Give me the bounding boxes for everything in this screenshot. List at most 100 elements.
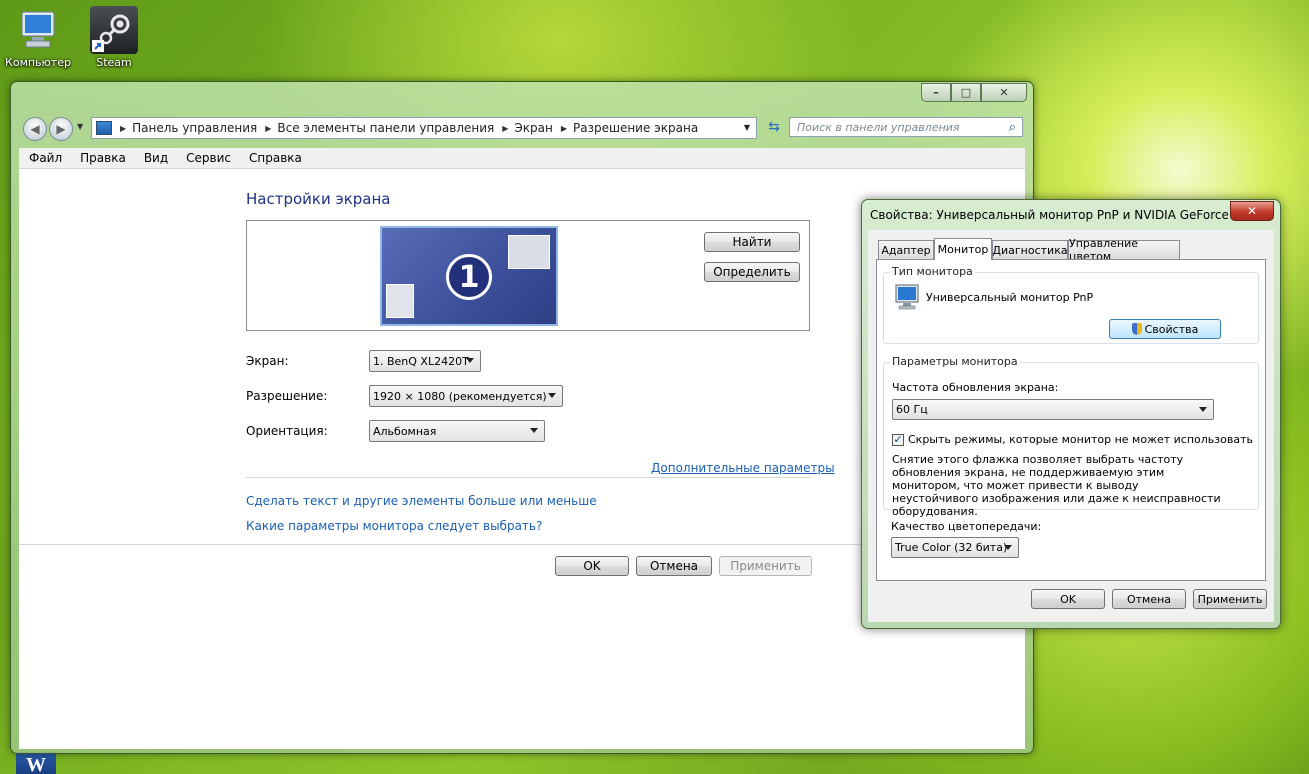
color-quality-value: True Color (32 бита) xyxy=(895,541,1008,554)
hide-modes-checkbox[interactable]: ✓ xyxy=(892,434,904,446)
monitor-arrangement-panel: 1 Найти Определить xyxy=(246,220,810,331)
dropdown-arrow-icon xyxy=(1004,545,1012,550)
dialog-apply-label: Применить xyxy=(1197,592,1263,606)
breadcrumb-all-items[interactable]: Все элементы панели управления xyxy=(277,121,494,135)
tab-adapter[interactable]: Адаптер xyxy=(878,240,934,259)
apply-button-label: Применить xyxy=(730,559,801,573)
color-quality-label: Качество цветопередачи: xyxy=(891,520,1042,533)
dialog-cancel-label: Отмена xyxy=(1126,592,1172,606)
refresh-rate-label: Частота обновления экрана: xyxy=(892,381,1059,394)
breadcrumb-resolution[interactable]: Разрешение экрана xyxy=(573,121,698,135)
refresh-icon: ⇆ xyxy=(768,119,780,135)
tab-monitor[interactable]: Монитор xyxy=(934,238,992,260)
dialog-apply-button[interactable]: Применить xyxy=(1193,589,1267,609)
desktop-icon-steam[interactable]: Steam xyxy=(77,6,151,69)
tab-diagnostics[interactable]: Диагностика xyxy=(992,240,1068,259)
forward-button[interactable]: ▶ xyxy=(49,117,73,141)
monitor-tab-panel: Тип монитора Универсальный монитор PnP С… xyxy=(876,259,1266,581)
dialog-cancel-button[interactable]: Отмена xyxy=(1112,589,1186,609)
window-thumbnail-icon xyxy=(386,284,414,318)
tab-label: Монитор xyxy=(937,243,989,256)
dialog-ok-label: OK xyxy=(1060,592,1076,606)
advanced-settings-link[interactable]: Дополнительные параметры xyxy=(651,461,835,475)
resolution-select[interactable]: 1920 × 1080 (рекомендуется) xyxy=(369,385,563,407)
desktop-icon-computer[interactable]: Компьютер xyxy=(1,6,75,69)
window-thumbnail-icon xyxy=(508,235,550,269)
word-icon[interactable]: W xyxy=(16,752,56,774)
text-size-link[interactable]: Сделать текст и другие элементы больше и… xyxy=(246,494,597,508)
ok-button-label: OK xyxy=(583,559,601,573)
hide-modes-label[interactable]: Скрыть режимы, которые монитор не может … xyxy=(908,433,1253,446)
display-select[interactable]: 1. BenQ XL2420T xyxy=(369,350,481,372)
which-settings-link[interactable]: Какие параметры монитора следует выбрать… xyxy=(246,519,542,533)
apply-button[interactable]: Применить xyxy=(719,556,812,576)
close-button[interactable]: ✕ xyxy=(981,83,1027,102)
monitor-properties-dialog: Свойства: Универсальный монитор PnP и NV… xyxy=(861,199,1281,629)
monitor-preview[interactable]: 1 xyxy=(380,226,558,326)
desktop-icon-label: Компьютер xyxy=(5,56,71,69)
uac-shield-icon xyxy=(1131,323,1142,335)
computer-icon xyxy=(14,6,62,54)
resolution-select-value: 1920 × 1080 (рекомендуется) xyxy=(373,389,547,403)
cancel-button[interactable]: Отмена xyxy=(636,556,712,576)
breadcrumb-display[interactable]: Экран xyxy=(514,121,552,135)
back-button[interactable]: ◀ xyxy=(23,117,47,141)
breadcrumb-separator-icon: ▶ xyxy=(502,123,509,133)
dropdown-arrow-icon xyxy=(530,428,538,433)
refresh-rate-select[interactable]: 60 Гц xyxy=(892,399,1214,420)
find-button[interactable]: Найти xyxy=(704,232,800,252)
orientation-label: Ориентация: xyxy=(246,424,328,438)
orientation-select[interactable]: Альбомная xyxy=(369,420,545,442)
divider xyxy=(246,477,810,478)
refresh-rate-value: 60 Гц xyxy=(896,403,928,416)
desktop-icon-label: Steam xyxy=(96,56,132,69)
monitor-settings-group: Параметры монитора Частота обновления эк… xyxy=(883,355,1259,518)
menu-view[interactable]: Вид xyxy=(144,151,168,165)
address-bar[interactable]: ▶ Панель управления ▶ Все элементы панел… xyxy=(91,117,757,139)
dialog-body: Адаптер Монитор Диагностика Управление ц… xyxy=(868,230,1274,622)
color-quality-select[interactable]: True Color (32 бита) xyxy=(891,537,1019,558)
ok-button[interactable]: OK xyxy=(555,556,629,576)
search-placeholder: Поиск в панели управления xyxy=(797,121,960,134)
page-title: Настройки экрана xyxy=(246,190,391,208)
monitor-number: 1 xyxy=(458,259,480,295)
maximize-button[interactable]: □ xyxy=(951,83,981,102)
menu-edit[interactable]: Правка xyxy=(80,151,126,165)
resolution-label: Разрешение: xyxy=(246,389,328,403)
display-label: Экран: xyxy=(246,354,289,368)
dialog-ok-button[interactable]: OK xyxy=(1031,589,1105,609)
monitor-name: Универсальный монитор PnP xyxy=(926,291,1094,304)
checkmark-icon: ✓ xyxy=(893,433,903,446)
breadcrumb-control-panel[interactable]: Панель управления xyxy=(132,121,257,135)
arrow-right-icon: ▶ xyxy=(56,122,66,136)
monitor-properties-button[interactable]: Свойства xyxy=(1109,319,1221,339)
dropdown-arrow-icon xyxy=(548,393,556,398)
menu-bar: Файл Правка Вид Сервис Справка xyxy=(19,148,1025,169)
tab-label: Адаптер xyxy=(881,243,931,257)
menu-tools[interactable]: Сервис xyxy=(186,151,231,165)
tab-label: Диагностика xyxy=(992,243,1068,257)
search-icon[interactable]: ⌕ xyxy=(1009,118,1016,138)
dialog-title: Свойства: Универсальный монитор PnP и NV… xyxy=(870,208,1228,222)
properties-button-label: Свойства xyxy=(1144,322,1199,336)
dropdown-arrow-icon xyxy=(1199,407,1207,412)
monitor-number-badge: 1 xyxy=(446,254,492,300)
address-dropdown-icon[interactable]: ▼ xyxy=(744,123,750,132)
search-input[interactable]: Поиск в панели управления ⌕ xyxy=(789,117,1023,137)
display-select-value: 1. BenQ XL2420T xyxy=(373,354,469,368)
identify-button-label: Определить xyxy=(713,265,791,279)
history-dropdown-icon[interactable]: ▼ xyxy=(77,122,83,131)
control-panel-icon xyxy=(96,121,112,135)
cancel-button-label: Отмена xyxy=(649,559,699,573)
steam-icon xyxy=(90,6,138,54)
tab-color-management[interactable]: Управление цветом xyxy=(1068,237,1180,263)
identify-button[interactable]: Определить xyxy=(704,262,800,282)
menu-help[interactable]: Справка xyxy=(249,151,302,165)
monitor-icon xyxy=(894,283,920,314)
group-legend: Тип монитора xyxy=(890,265,975,278)
menu-file[interactable]: Файл xyxy=(29,151,62,165)
minimize-button[interactable]: – xyxy=(921,83,951,102)
dialog-close-button[interactable]: ✕ xyxy=(1230,201,1274,221)
refresh-button[interactable]: ⇆ xyxy=(763,117,785,137)
breadcrumb-separator-icon: ▶ xyxy=(560,123,567,133)
